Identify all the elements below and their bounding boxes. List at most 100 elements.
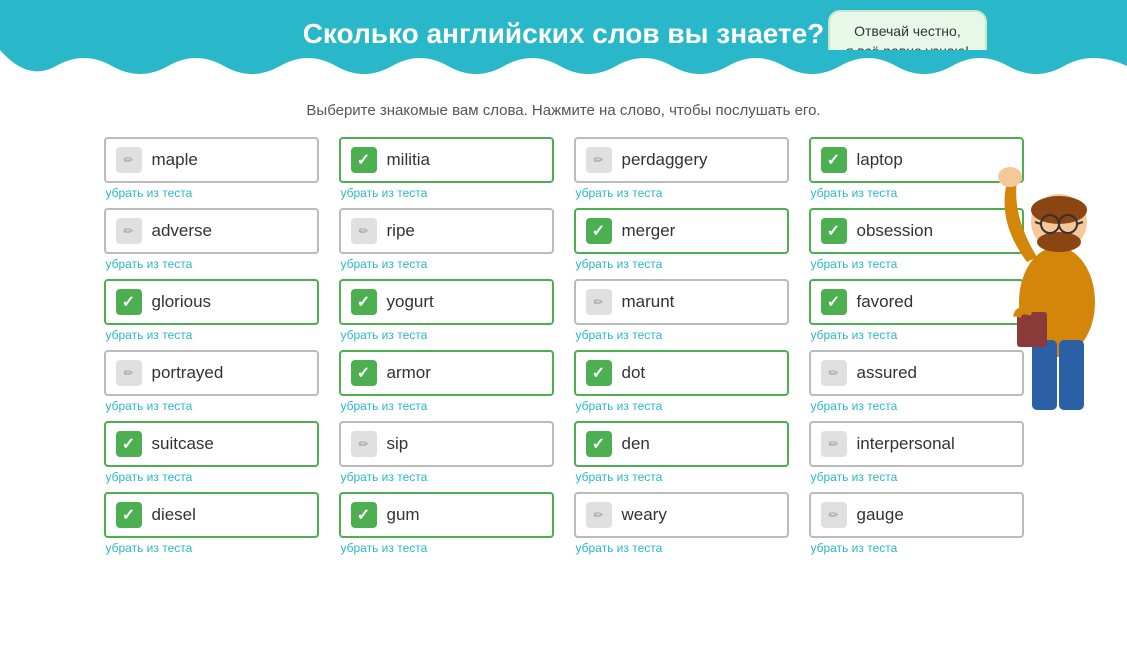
unchecked-icon — [116, 147, 142, 173]
word-label: favored — [857, 292, 914, 312]
subtitle: Выберите знакомые вам слова. Нажмите на … — [104, 102, 1024, 119]
wave-decoration — [0, 50, 1127, 82]
unchecked-icon — [116, 218, 142, 244]
word-cell: maple убрать из теста — [104, 137, 319, 200]
checked-icon — [116, 502, 142, 528]
unchecked-icon — [116, 360, 142, 386]
remove-link[interactable]: убрать из теста — [811, 470, 1024, 484]
word-cell: marunt убрать из теста — [574, 279, 789, 342]
word-box-gum[interactable]: gum — [339, 492, 554, 538]
unchecked-icon — [821, 502, 847, 528]
word-label: armor — [387, 363, 431, 383]
unchecked-icon — [586, 147, 612, 173]
word-cell: adverse убрать из теста — [104, 208, 319, 271]
word-label: interpersonal — [857, 434, 955, 454]
remove-link[interactable]: убрать из теста — [341, 328, 554, 342]
checked-icon — [351, 360, 377, 386]
remove-link[interactable]: убрать из теста — [106, 399, 319, 413]
checked-icon — [821, 289, 847, 315]
word-label: sip — [387, 434, 409, 454]
checked-icon — [351, 147, 377, 173]
checked-icon — [116, 289, 142, 315]
word-cell: gum убрать из теста — [339, 492, 554, 555]
checked-icon — [351, 289, 377, 315]
word-cell: dot убрать из теста — [574, 350, 789, 413]
checked-icon — [351, 502, 377, 528]
unchecked-icon — [351, 218, 377, 244]
word-label: glorious — [152, 292, 212, 312]
word-cell: den убрать из теста — [574, 421, 789, 484]
word-label: merger — [622, 221, 676, 241]
word-cell: diesel убрать из теста — [104, 492, 319, 555]
word-box-weary[interactable]: weary — [574, 492, 789, 538]
remove-link[interactable]: убрать из теста — [576, 257, 789, 271]
word-cell: merger убрать из теста — [574, 208, 789, 271]
word-label: laptop — [857, 150, 903, 170]
word-label: gauge — [857, 505, 904, 525]
remove-link[interactable]: убрать из теста — [576, 541, 789, 555]
word-box-diesel[interactable]: diesel — [104, 492, 319, 538]
words-grid: maple убрать из теста militia убрать из тес… — [104, 137, 1024, 563]
checked-icon — [821, 218, 847, 244]
word-cell: gauge убрать из теста — [809, 492, 1024, 555]
word-label: ripe — [387, 221, 415, 241]
word-cell: armor убрать из теста — [339, 350, 554, 413]
remove-link[interactable]: убрать из теста — [576, 470, 789, 484]
word-box-merger[interactable]: merger — [574, 208, 789, 254]
remove-link[interactable]: убрать из теста — [341, 470, 554, 484]
remove-link[interactable]: убрать из теста — [106, 257, 319, 271]
unchecked-icon — [351, 431, 377, 457]
remove-link[interactable]: убрать из теста — [576, 328, 789, 342]
word-cell: sip убрать из теста — [339, 421, 554, 484]
word-box-adverse[interactable]: adverse — [104, 208, 319, 254]
remove-link[interactable]: убрать из теста — [341, 186, 554, 200]
word-box-suitcase[interactable]: suitcase — [104, 421, 319, 467]
word-box-den[interactable]: den — [574, 421, 789, 467]
word-label: obsession — [857, 221, 934, 241]
word-cell: suitcase убрать из теста — [104, 421, 319, 484]
word-box-ripe[interactable]: ripe — [339, 208, 554, 254]
remove-link[interactable]: убрать из теста — [106, 541, 319, 555]
word-cell: glorious убрать из теста — [104, 279, 319, 342]
word-label: assured — [857, 363, 917, 383]
remove-link[interactable]: убрать из теста — [106, 470, 319, 484]
word-box-maple[interactable]: maple — [104, 137, 319, 183]
word-label: marunt — [622, 292, 675, 312]
remove-link[interactable]: убрать из теста — [576, 399, 789, 413]
word-box-sip[interactable]: sip — [339, 421, 554, 467]
word-label: militia — [387, 150, 430, 170]
word-box-glorious[interactable]: glorious — [104, 279, 319, 325]
remove-link[interactable]: убрать из теста — [341, 399, 554, 413]
word-label: portrayed — [152, 363, 224, 383]
character-illustration — [977, 72, 1117, 452]
word-label: dot — [622, 363, 646, 383]
word-label: yogurt — [387, 292, 434, 312]
unchecked-icon — [586, 502, 612, 528]
remove-link[interactable]: убрать из теста — [341, 541, 554, 555]
unchecked-icon — [586, 289, 612, 315]
word-label: den — [622, 434, 650, 454]
word-cell: portrayed убрать из теста — [104, 350, 319, 413]
word-box-gauge[interactable]: gauge — [809, 492, 1024, 538]
word-box-yogurt[interactable]: yogurt — [339, 279, 554, 325]
remove-link[interactable]: убрать из теста — [811, 541, 1024, 555]
unchecked-icon — [821, 360, 847, 386]
remove-link[interactable]: убрать из теста — [106, 186, 319, 200]
word-box-dot[interactable]: dot — [574, 350, 789, 396]
checked-icon — [116, 431, 142, 457]
remove-link[interactable]: убрать из теста — [341, 257, 554, 271]
word-box-armor[interactable]: armor — [339, 350, 554, 396]
word-label: maple — [152, 150, 198, 170]
word-cell: yogurt убрать из теста — [339, 279, 554, 342]
word-box-marunt[interactable]: marunt — [574, 279, 789, 325]
checked-icon — [586, 360, 612, 386]
remove-link[interactable]: убрать из теста — [106, 328, 319, 342]
word-box-perdaggery[interactable]: perdaggery — [574, 137, 789, 183]
unchecked-icon — [821, 431, 847, 457]
word-cell: weary убрать из теста — [574, 492, 789, 555]
word-cell: ripe убрать из теста — [339, 208, 554, 271]
header: Сколько английских слов вы знаете? Отвеч… — [0, 0, 1127, 82]
remove-link[interactable]: убрать из теста — [576, 186, 789, 200]
word-box-militia[interactable]: militia — [339, 137, 554, 183]
word-box-portrayed[interactable]: portrayed — [104, 350, 319, 396]
